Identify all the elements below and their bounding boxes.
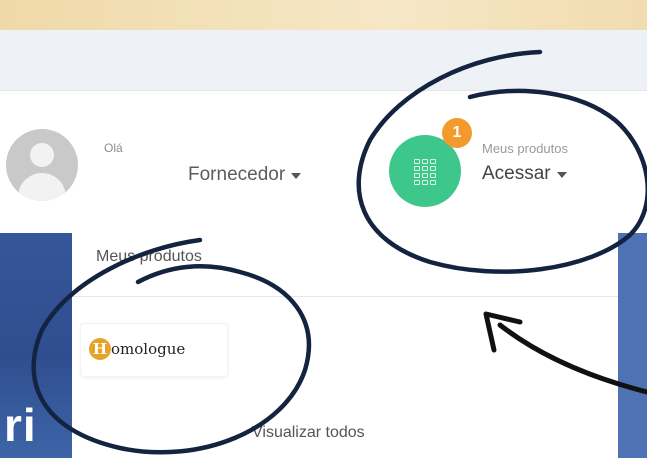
annotation-overlay xyxy=(31,49,647,455)
annotation-arrow-head xyxy=(483,311,523,353)
annotation-arrow-shaft xyxy=(497,322,647,395)
annotation-circle-homologue xyxy=(31,237,312,455)
annotation-circle-products xyxy=(356,49,647,274)
